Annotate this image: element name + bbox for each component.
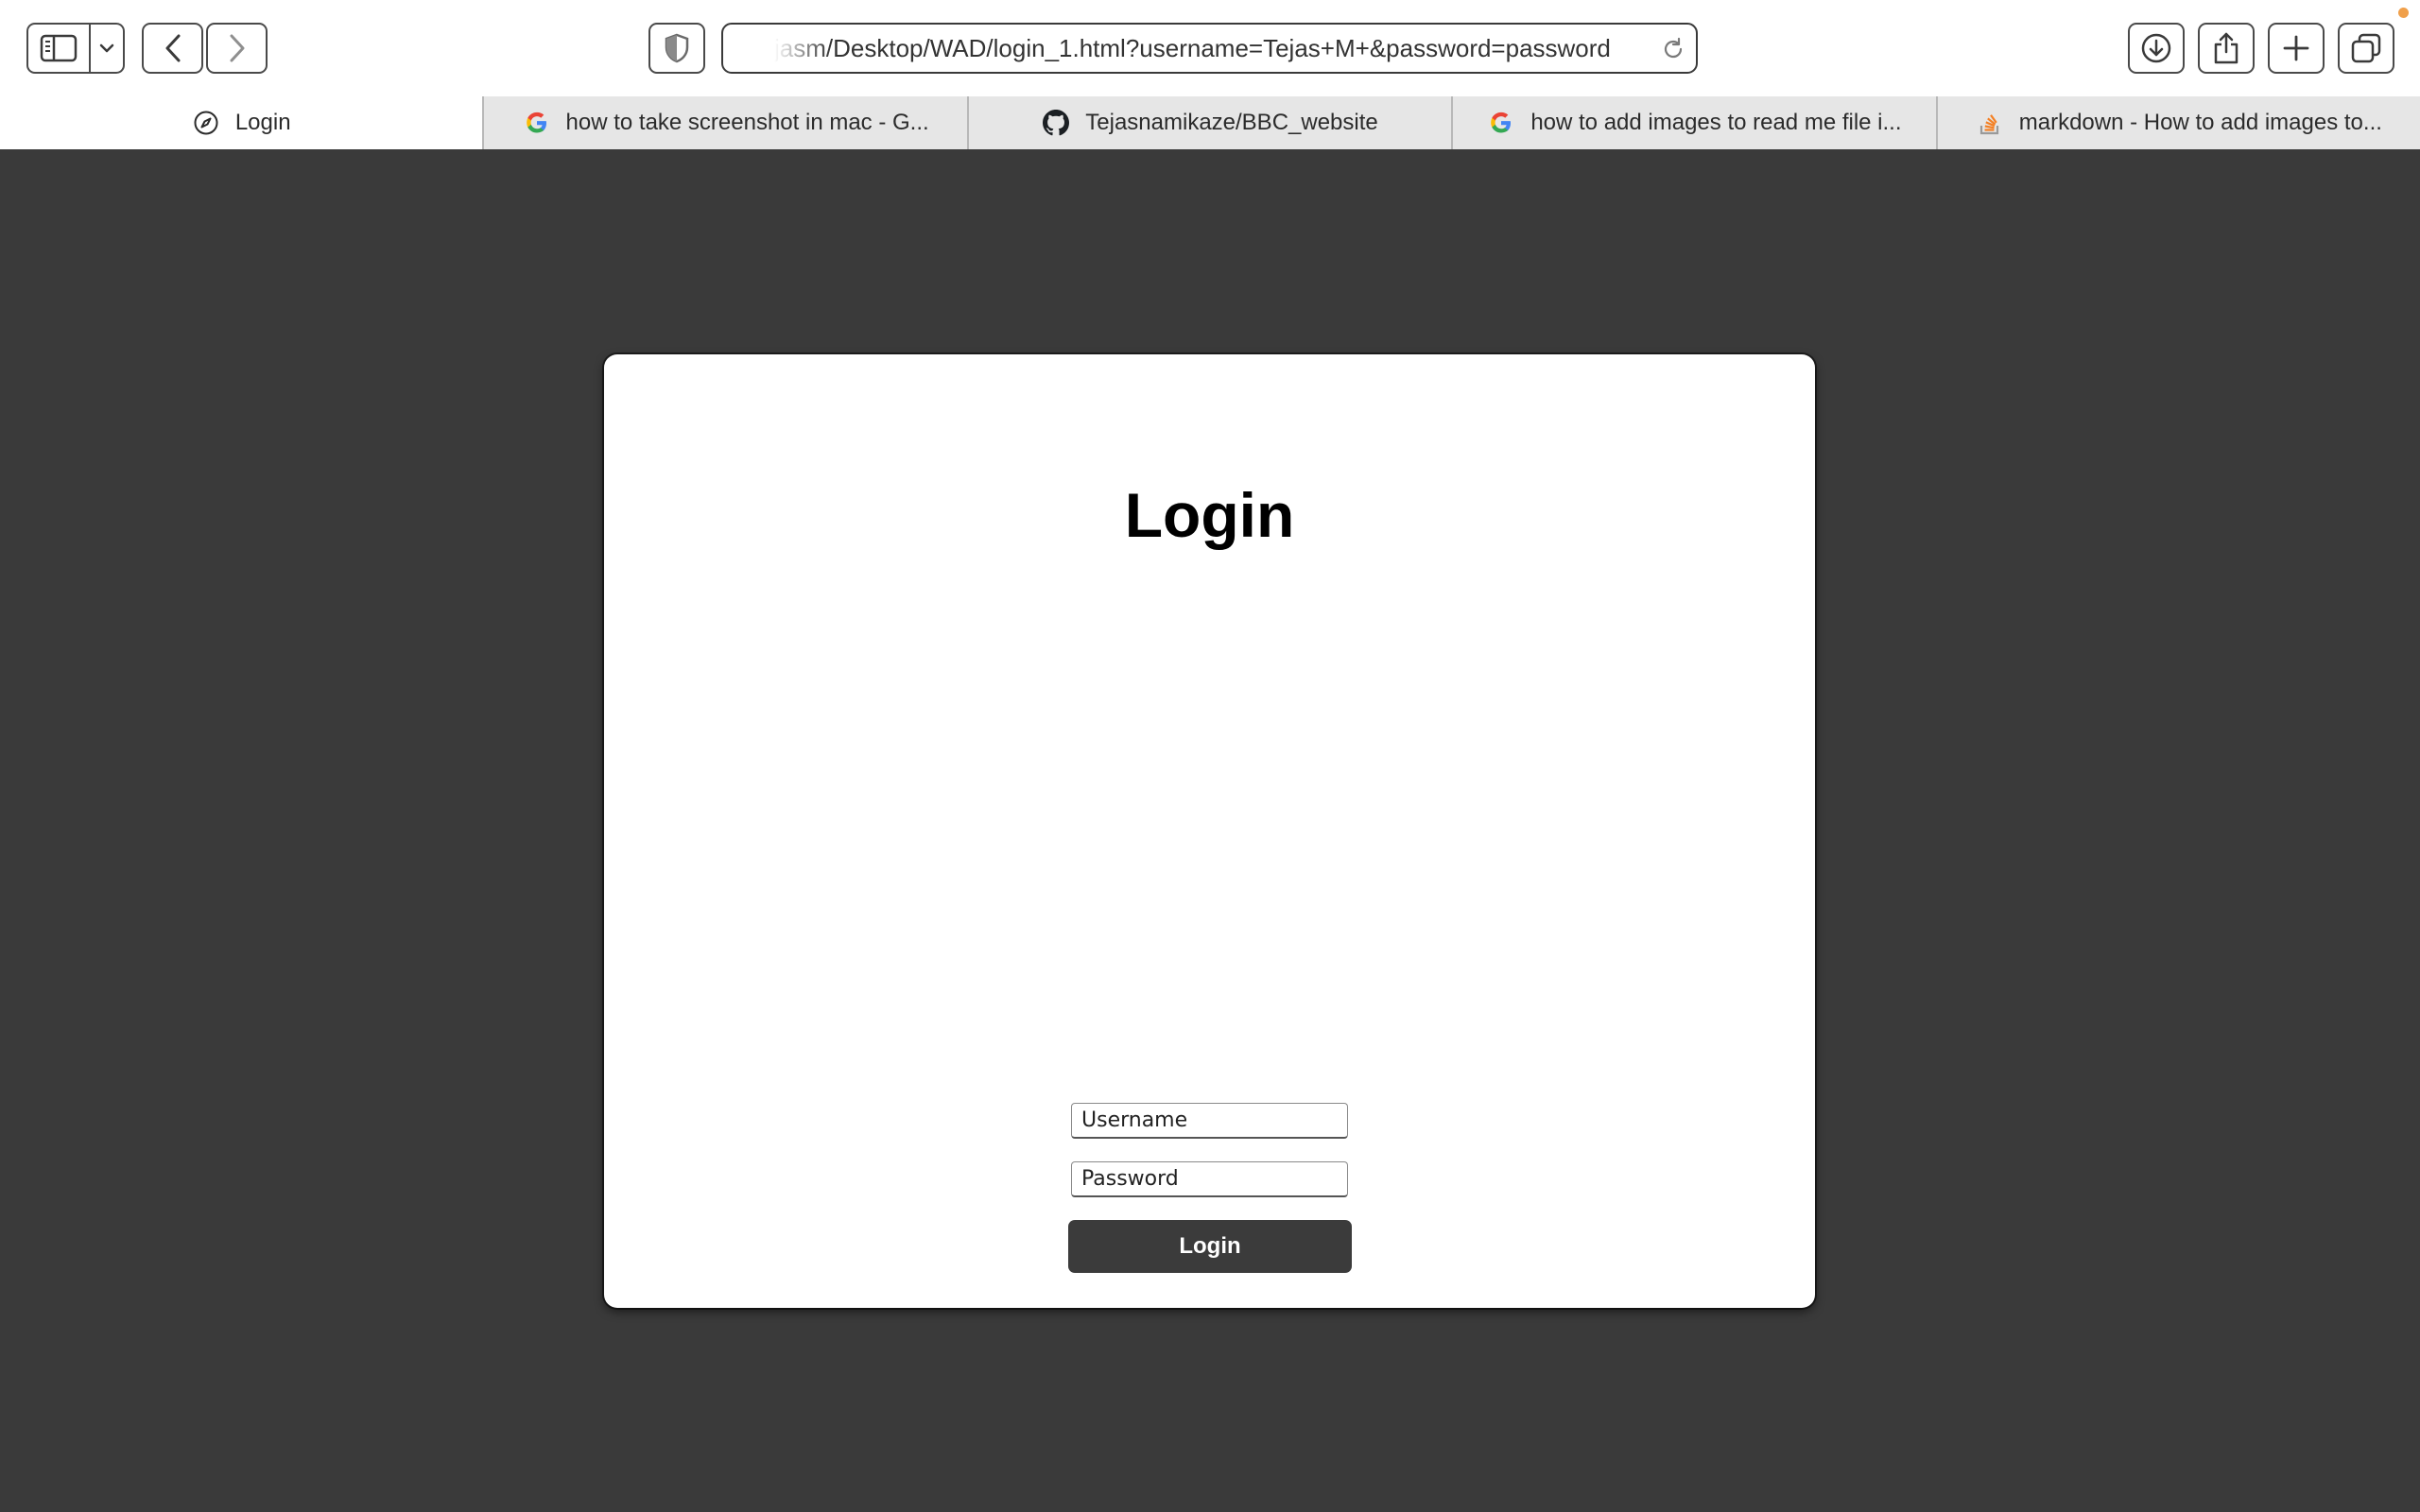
forward-button[interactable] <box>206 23 268 74</box>
browser-toolbar: jasm/Desktop/WAD/login_1.html?username=T… <box>0 0 2420 96</box>
tab-google-images[interactable]: how to add images to read me file i... <box>1451 96 1935 149</box>
tab-label: Tejasnamikaze/BBC_website <box>1085 110 1378 135</box>
sidebar-toggle-button[interactable] <box>26 23 89 74</box>
tab-github[interactable]: Tejasnamikaze/BBC_website <box>966 96 1451 149</box>
username-input[interactable] <box>1071 1103 1348 1139</box>
notification-dot <box>2398 8 2409 18</box>
sidebar-dropdown-button[interactable] <box>89 23 125 74</box>
page-viewport: Login Login <box>0 151 2420 1512</box>
url-text[interactable]: jasm/Desktop/WAD/login_1.html?username=T… <box>774 25 1653 72</box>
tab-label: Login <box>234 110 291 135</box>
page-title: Login <box>1124 480 1295 550</box>
chevron-down-icon <box>99 43 114 54</box>
address-bar[interactable]: jasm/Desktop/WAD/login_1.html?username=T… <box>721 23 1698 74</box>
login-button[interactable]: Login <box>1068 1220 1352 1273</box>
tab-overview-button[interactable] <box>2338 23 2394 74</box>
reload-icon[interactable] <box>1660 36 1686 62</box>
password-input[interactable] <box>1071 1161 1348 1197</box>
download-icon <box>2140 32 2172 64</box>
shield-icon <box>664 33 690 63</box>
tab-login[interactable]: Login <box>0 96 483 149</box>
back-button[interactable] <box>142 23 203 74</box>
share-button[interactable] <box>2198 23 2255 74</box>
tab-google-screenshot[interactable]: how to take screenshot in mac - G... <box>482 96 966 149</box>
tab-overview-icon <box>2350 32 2382 64</box>
chevron-left-icon <box>163 33 183 63</box>
compass-icon <box>192 109 220 137</box>
new-tab-button[interactable] <box>2268 23 2325 74</box>
privacy-report-button[interactable] <box>648 23 705 74</box>
tab-label: how to take screenshot in mac - G... <box>565 110 929 135</box>
google-icon <box>523 109 551 137</box>
google-icon <box>1487 109 1515 137</box>
stackoverflow-icon <box>1976 109 2004 137</box>
login-card: Login Login <box>604 354 1815 1308</box>
tab-bar: Login how to take screenshot in mac - G.… <box>0 96 2420 151</box>
tab-stackoverflow[interactable]: markdown - How to add images to... <box>1935 96 2420 149</box>
sidebar-icon <box>40 34 78 62</box>
tab-label: markdown - How to add images to... <box>2018 110 2382 135</box>
tab-label: how to add images to read me file i... <box>1530 110 1902 135</box>
github-icon <box>1042 109 1070 137</box>
chevron-right-icon <box>227 33 248 63</box>
share-icon <box>2212 31 2240 65</box>
plus-icon <box>2282 34 2310 62</box>
downloads-button[interactable] <box>2128 23 2185 74</box>
